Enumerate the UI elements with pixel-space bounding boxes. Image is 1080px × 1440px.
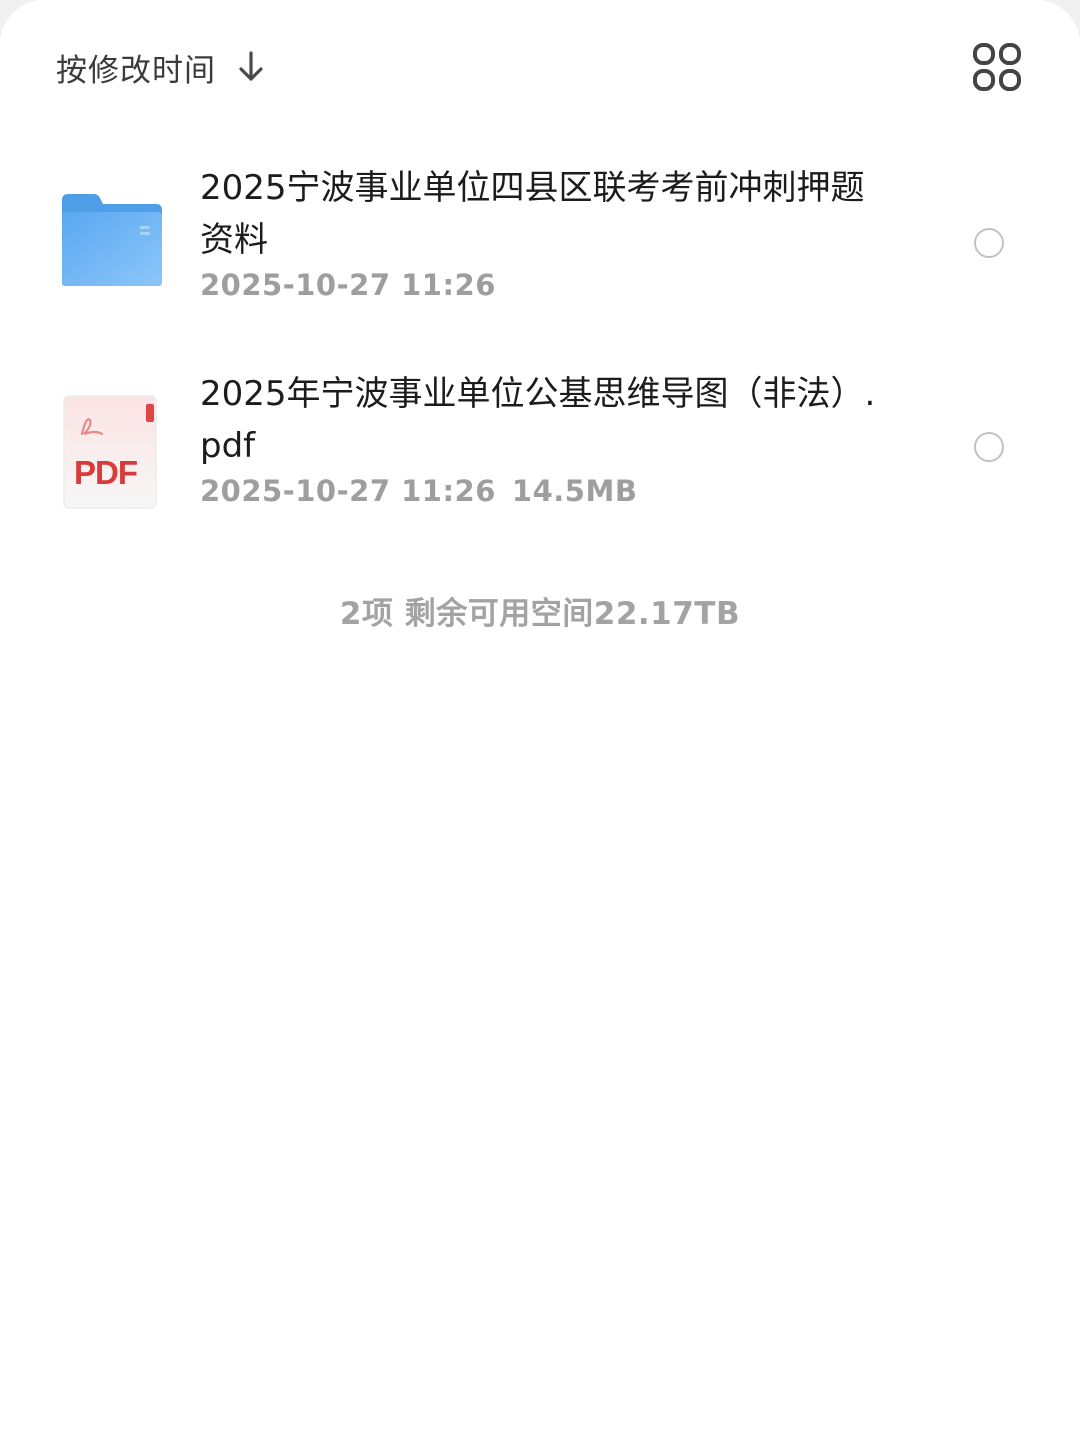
select-radio[interactable]	[974, 228, 1004, 258]
sort-label: 按修改时间	[56, 52, 216, 89]
pdf-icon-label: PDF	[74, 454, 138, 491]
storage-summary: 2项 剩余可用空间22.17TB	[339, 596, 741, 632]
arrow-down-icon	[236, 49, 266, 85]
modified-time: 2025-10-27 11:26	[200, 268, 496, 302]
file-meta: 2025-10-27 11:26 14.5MB	[200, 474, 637, 508]
file-name: 2025年宁波事业单位公基思维导图（非法）.pdf	[200, 374, 876, 466]
sort-by-modified-button[interactable]: 按修改时间	[56, 42, 266, 92]
file-meta: 2025-10-27 11:26	[200, 268, 496, 302]
list-item[interactable]: PDF 2025年宁波事业单位公基思维导图（非法）.pdf 2025-10-27…	[0, 368, 1080, 548]
file-name: 2025宁波事业单位四县区联考考前冲刺押题资料	[200, 168, 865, 260]
select-radio[interactable]	[974, 432, 1004, 462]
pdf-icon: PDF	[60, 394, 164, 514]
grid-view-icon[interactable]	[970, 40, 1024, 94]
file-size: 14.5MB	[511, 474, 638, 508]
folder-icon	[60, 192, 164, 312]
file-browser-sheet: 按修改时间 2025宁波事业单位四县区联考考前冲刺押题资料 2025-10-27…	[0, 0, 1080, 1440]
list-item[interactable]: 2025宁波事业单位四县区联考考前冲刺押题资料 2025-10-27 11:26	[0, 162, 1080, 342]
toolbar: 按修改时间	[0, 0, 1080, 130]
modified-time: 2025-10-27 11:26	[200, 474, 496, 508]
